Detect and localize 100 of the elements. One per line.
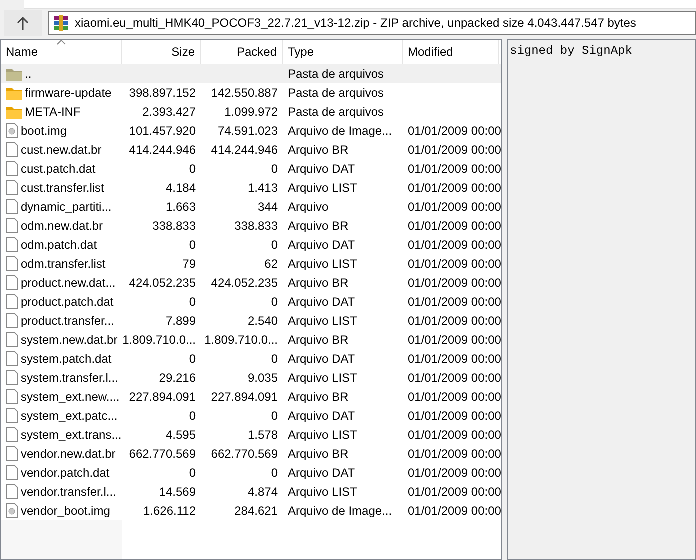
file-row[interactable]: product.patch.dat 0 0 Arquivo DAT 01/01/2009 00:00 [1,292,501,311]
type-cell-text: Arquivo BR [287,446,350,462]
modified-cell-text: 01/01/2009 00:00 [407,484,499,500]
file-icon [6,484,18,499]
size-cell-text: 662.770.569 [128,446,197,462]
file-row[interactable]: cust.transfer.list 4.184 1.413 Arquivo LIST 01/01/2009 00:00 [1,178,501,197]
up-button[interactable] [4,10,42,36]
type-cell-text: Arquivo DAT [287,294,356,310]
file-row[interactable]: product.transfer... 7.899 2.540 Arquivo LIST 01/01/2009 00:00 [1,311,501,330]
file-row[interactable]: product.new.dat... 424.052.235 424.052.235 Arquivo BR 01/01/2009 00:00 [1,273,501,292]
file-name: vendor.transfer.l... [21,484,116,498]
size-cell-text: 1.809.710.0... [122,332,197,348]
size-cell-text: 0 [188,294,197,310]
size-cell-text: 227.894.091 [128,388,197,406]
file-name: system_ext.patc... [21,408,118,422]
file-name: cust.patch.dat [21,162,96,176]
file-icon [6,370,18,385]
file-row[interactable]: system_ext.patc... 0 0 Arquivo DAT 01/01/2009 00:00 [1,406,501,425]
file-icon [6,427,18,442]
size-cell-text: 4.184 [164,180,197,196]
size-cell-text: 7.899 [164,312,197,330]
file-name: cust.transfer.list [21,180,104,194]
modified-cell-text: 01/01/2009 00:00 [407,256,499,272]
modified-cell-text: 01/01/2009 00:00 [407,446,499,462]
file-name: system.transfer.l... [21,370,118,384]
file-icon [6,465,18,480]
type-cell-text: Pasta de arquivos [287,66,386,82]
file-icon [6,294,18,309]
type-cell-text: Arquivo LIST [287,484,358,500]
size-cell-text: 0 [188,408,197,424]
type-cell-text: Arquivo DAT [287,464,356,482]
modified-cell-text: 01/01/2009 00:00 [407,142,499,158]
file-row[interactable]: system.transfer.l... 29.216 9.035 Arquivo LIST 01/01/2009 00:00 [1,368,501,387]
file-icon [6,446,18,461]
file-name: system_ext.trans... [21,428,122,442]
packed-cell-text: 142.550.887 [210,84,279,102]
modified-cell-text: 01/01/2009 00:00 [407,332,499,348]
file-row[interactable]: .. Pasta de arquivos [1,64,501,83]
file-name: system_ext.new.... [21,390,120,404]
address-field[interactable]: xiaomi.eu_multi_HMK40_POCOF3_22.7.21_v13-12.zip - ZIP archive, unpacked size 4.043.447.547 bytes [48,11,696,35]
file-row[interactable]: vendor_boot.img 1.626.112 284.621 Arquivo de Image... 01/01/2009 00:00 [1,501,501,520]
file-name: .. [25,66,32,80]
packed-cell-text: 414.244.946 [210,142,279,158]
size-cell-text: 79 [182,256,197,272]
file-icon [6,332,18,347]
modified-cell-text: 01/01/2009 00:00 [407,312,499,330]
size-cell-text: 0 [188,350,197,368]
file-row[interactable]: META-INF 2.393.427 1.099.972 Pasta de arquivos [1,102,501,121]
file-name: product.patch.dat [21,294,114,308]
modified-cell-text: 01/01/2009 00:00 [407,350,499,368]
type-cell-text: Arquivo LIST [287,426,358,444]
folder-icon [6,86,22,100]
file-name: odm.transfer.list [21,256,106,270]
type-cell-text: Arquivo BR [287,142,350,158]
type-cell-text: Pasta de arquivos [287,104,386,120]
packed-cell-text: 0 [270,350,279,368]
file-row[interactable]: vendor.patch.dat 0 0 Arquivo DAT 01/01/2009 00:00 [1,463,501,482]
file-row[interactable]: odm.patch.dat 0 0 Arquivo DAT 01/01/2009 00:00 [1,235,501,254]
file-row[interactable]: firmware-update 398.897.152 142.550.887 Pasta de arquivos [1,83,501,102]
file-icon [6,180,18,195]
file-row[interactable]: cust.new.dat.br 414.244.946 414.244.946 Arquivo BR 01/01/2009 00:00 [1,140,501,159]
file-row[interactable]: system_ext.trans... 4.595 1.578 Arquivo LIST 01/01/2009 00:00 [1,425,501,444]
size-cell-text: 398.897.152 [128,84,197,102]
size-cell-text: 338.833 [152,218,197,234]
file-row[interactable]: vendor.transfer.l... 14.569 4.874 Arquivo LIST 01/01/2009 00:00 [1,482,501,501]
size-cell-text: 414.244.946 [128,142,197,158]
file-icon [6,408,18,423]
file-name: vendor.new.dat.br [21,446,116,460]
file-row[interactable]: system_ext.new.... 227.894.091 227.894.091 Arquivo BR 01/01/2009 00:00 [1,387,501,406]
file-icon [6,161,18,176]
file-row[interactable]: cust.patch.dat 0 0 Arquivo DAT 01/01/2009 00:00 [1,159,501,178]
packed-cell-text: 0 [270,294,279,310]
modified-cell-text: 01/01/2009 00:00 [407,160,499,178]
packed-cell-text: 74.591.023 [216,122,279,140]
modified-cell-text: 01/01/2009 00:00 [407,370,499,386]
file-name: cust.new.dat.br [21,142,102,156]
folder-icon [6,104,22,118]
file-row[interactable]: odm.transfer.list 79 62 Arquivo LIST 01/01/2009 00:00 [1,254,501,273]
file-row[interactable]: system.patch.dat 0 0 Arquivo DAT 01/01/2009 00:00 [1,349,501,368]
packed-cell-text: 0 [270,160,279,178]
file-row[interactable]: dynamic_partiti... 1.663 344 Arquivo 01/01/2009 00:00 [1,197,501,216]
modified-cell-text: 01/01/2009 00:00 [407,198,499,216]
file-icon [6,237,18,252]
modified-cell-text: 01/01/2009 00:00 [407,180,499,196]
type-cell-text: Arquivo DAT [287,160,356,178]
file-row[interactable]: boot.img 101.457.920 74.591.023 Arquivo de Image... 01/01/2009 00:00 [1,121,501,140]
packed-cell-text: 1.578 [246,426,279,444]
file-row[interactable]: vendor.new.dat.br 662.770.569 662.770.569 Arquivo BR 01/01/2009 00:00 [1,444,501,463]
type-cell-text: Arquivo de Image... [287,122,394,140]
file-row[interactable]: system.new.dat.br 1.809.710.0... 1.809.710.0... Arquivo BR 01/01/2009 00:00 [1,330,501,349]
file-name: boot.img [21,124,68,138]
file-row[interactable]: odm.new.dat.br 338.833 338.833 Arquivo BR 01/01/2009 00:00 [1,216,501,235]
packed-cell-text: 1.809.710.0... [204,332,279,348]
file-icon [6,142,18,157]
modified-cell-text: 01/01/2009 00:00 [407,408,499,424]
file-name: system.new.dat.br [21,332,118,346]
file-name: odm.patch.dat [21,238,98,252]
up-arrow-icon [17,16,29,30]
type-cell-text: Arquivo LIST [287,370,358,386]
modified-cell-text: 01/01/2009 00:00 [407,122,499,140]
